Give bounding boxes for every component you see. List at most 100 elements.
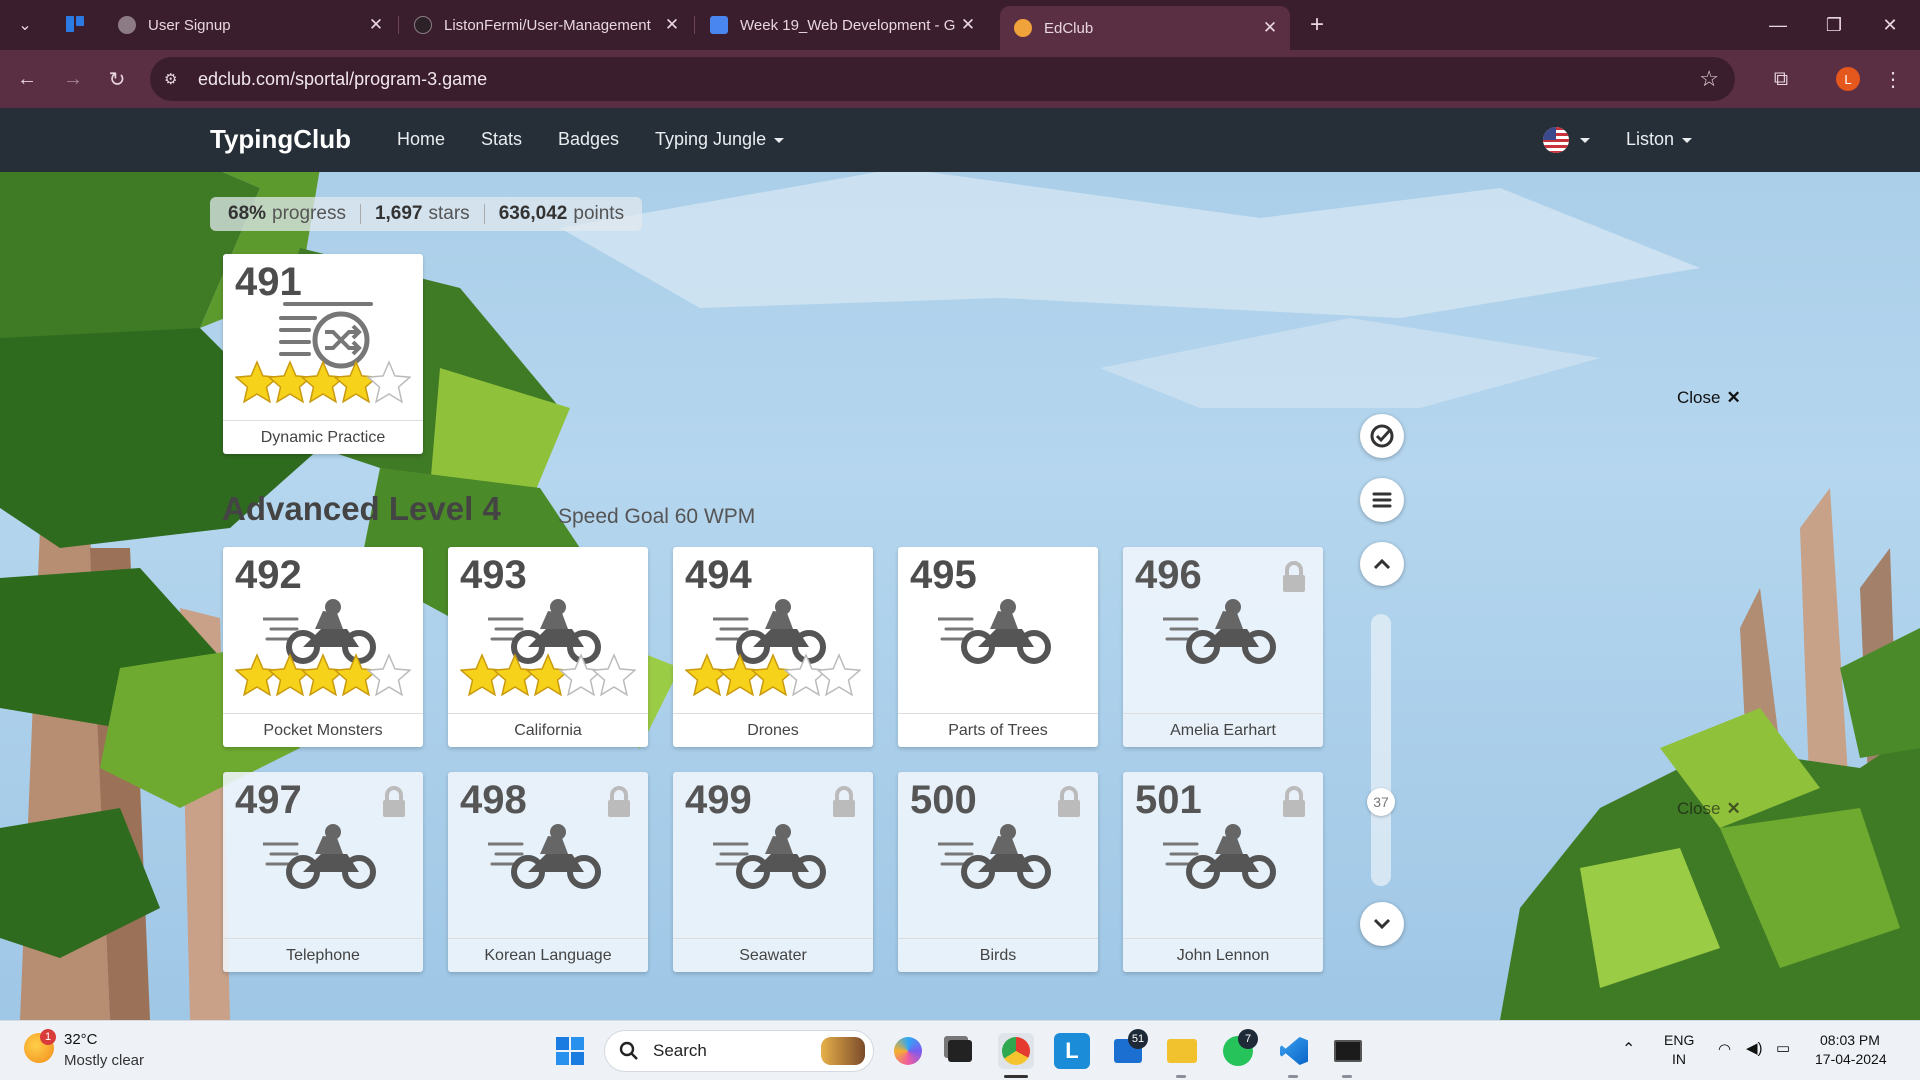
weather-condition[interactable]: Mostly clear — [64, 1052, 144, 1069]
close-tab-icon[interactable]: ✕ — [956, 15, 980, 35]
progress-stats: 68% progress 1,697 stars 636,042 points — [210, 197, 643, 231]
clock-date[interactable]: 17-04-2024 — [1815, 1051, 1887, 1067]
motorcycle-icon — [936, 824, 1051, 889]
tab-user-signup[interactable]: User Signup ✕ — [104, 8, 396, 42]
file-explorer-button[interactable] — [1164, 1033, 1200, 1069]
lesson-card-494[interactable]: 494 Drones — [673, 547, 873, 747]
vscode-button[interactable] — [1276, 1033, 1312, 1069]
close-ad-button-secondary[interactable]: Close ✕ — [1677, 799, 1741, 819]
browser-tab-strip: ⌄ User Signup ✕ ListonFermi/User-Managem… — [0, 0, 1920, 50]
nav-stats[interactable]: Stats — [481, 129, 522, 150]
star-empty-icon — [783, 653, 829, 697]
close-tab-icon[interactable]: ✕ — [660, 15, 684, 35]
bookmark-star-icon[interactable]: ☆ — [1699, 66, 1719, 92]
app-navbar: TypingClub Home Stats Badges Typing Jung… — [0, 108, 1920, 172]
lesson-name: California — [448, 713, 648, 747]
weather-temperature[interactable]: 32°C — [64, 1031, 98, 1048]
lesson-card-496[interactable]: 496 Amelia Earhart — [1123, 547, 1323, 747]
lock-badge — [831, 786, 857, 823]
copilot-button[interactable] — [890, 1033, 926, 1069]
lesson-card-491[interactable]: 491 Dynamic Practice — [223, 254, 423, 454]
brand-logo[interactable]: TypingClub — [210, 124, 351, 155]
puzzle-icon: ⧉ — [1773, 67, 1789, 90]
caret-down-icon — [774, 137, 785, 143]
lesson-icon — [936, 599, 1058, 670]
tab-google-docs[interactable]: Week 19_Web Development - G ✕ — [696, 8, 988, 42]
us-flag-icon[interactable] — [1543, 127, 1569, 153]
close-icon: ✕ — [1726, 388, 1741, 407]
tray-overflow-icon[interactable]: ⌃ — [1622, 1039, 1635, 1059]
stars-value: 1,697 — [374, 203, 423, 224]
scroll-up-button[interactable] — [1360, 542, 1404, 586]
explorer-running-indicator — [1176, 1075, 1186, 1078]
lesson-card-493[interactable]: 493 California — [448, 547, 648, 747]
profile-avatar[interactable]: L — [1836, 67, 1860, 91]
chrome-icon — [1002, 1037, 1030, 1065]
battery-icon[interactable]: ▭ — [1776, 1039, 1790, 1057]
progress-label: progress — [272, 203, 346, 224]
browser-menu-button[interactable]: ⋮ — [1876, 62, 1910, 96]
level-scroll-track[interactable] — [1371, 614, 1391, 886]
trello-app-button[interactable] — [58, 8, 92, 42]
start-button[interactable] — [552, 1033, 588, 1069]
language-caret-icon[interactable] — [1580, 138, 1590, 143]
lesson-icon — [1161, 824, 1283, 895]
chrome-taskbar-button[interactable] — [998, 1033, 1034, 1069]
lesson-card-498[interactable]: 498 Korean Language — [448, 772, 648, 972]
taskbar-search[interactable]: Search — [604, 1030, 874, 1072]
lesson-card-492[interactable]: 492 Pocket Monsters — [223, 547, 423, 747]
check-circle-icon — [1370, 424, 1394, 448]
star-rating — [235, 653, 411, 697]
hamburger-icon — [1372, 492, 1392, 508]
scroll-down-button[interactable] — [1360, 902, 1404, 946]
star-empty-icon — [558, 653, 604, 697]
new-tab-button[interactable]: + — [1300, 8, 1334, 42]
tab-github[interactable]: ListonFermi/User-Management ✕ — [400, 8, 692, 42]
windows-logo-icon — [556, 1037, 584, 1065]
lesson-card-501[interactable]: 501 John Lennon — [1123, 772, 1323, 972]
menu-list-button[interactable] — [1360, 478, 1404, 522]
language-indicator-bottom[interactable]: IN — [1672, 1051, 1686, 1067]
lesson-card-500[interactable]: 500 Birds — [898, 772, 1098, 972]
star-rating — [685, 653, 861, 697]
url-text[interactable]: edclub.com/sportal/program-3.game — [198, 69, 487, 90]
task-view-button[interactable] — [942, 1033, 978, 1069]
lesson-card-495[interactable]: 495 Parts of Trees — [898, 547, 1098, 747]
nav-home[interactable]: Home — [397, 129, 445, 150]
chevron-down-icon — [1373, 918, 1391, 930]
check-progress-button[interactable] — [1360, 414, 1404, 458]
lesson-name: Amelia Earhart — [1123, 713, 1323, 747]
site-info-icon[interactable]: ⚙ — [164, 70, 186, 88]
nav-typing-jungle-label: Typing Jungle — [655, 129, 767, 149]
nav-typing-jungle[interactable]: Typing Jungle — [655, 129, 785, 150]
reload-button[interactable]: ↻ — [100, 62, 134, 96]
wifi-icon[interactable]: ◠ — [1718, 1040, 1731, 1058]
address-bar[interactable]: ⚙ edclub.com/sportal/program-3.game ☆ — [150, 57, 1735, 101]
chevron-down-icon: ⌄ — [18, 17, 32, 34]
restore-button[interactable]: ❐ — [1806, 0, 1862, 50]
clock-time[interactable]: 08:03 PM — [1820, 1032, 1880, 1048]
motorcycle-icon — [711, 824, 826, 889]
lesson-card-499[interactable]: 499 Seawater — [673, 772, 873, 972]
user-menu[interactable]: Liston — [1626, 129, 1693, 150]
forward-button[interactable]: → — [56, 62, 90, 96]
motorcycle-icon — [261, 824, 376, 889]
close-ad-button[interactable]: Close ✕ — [1677, 388, 1741, 408]
volume-icon[interactable]: ◀) — [1746, 1039, 1763, 1057]
nav-badges[interactable]: Badges — [558, 129, 619, 150]
close-tab-icon[interactable]: ✕ — [364, 15, 388, 35]
close-tab-icon[interactable]: ✕ — [1258, 18, 1282, 38]
back-button[interactable]: ← — [10, 62, 44, 96]
browser-toolbar: ← → ↻ ⚙ edclub.com/sportal/program-3.gam… — [0, 50, 1920, 108]
terminal-button[interactable] — [1330, 1033, 1366, 1069]
minimize-button[interactable]: — — [1750, 0, 1806, 50]
tab-search-button[interactable]: ⌄ — [8, 8, 42, 42]
extensions-button[interactable]: ⧉ — [1764, 62, 1798, 96]
language-indicator-top[interactable]: ENG — [1664, 1032, 1694, 1048]
l-app-button[interactable]: L — [1054, 1033, 1090, 1069]
page-content: TypingClub Home Stats Badges Typing Jung… — [0, 108, 1920, 1020]
lesson-card-497[interactable]: 497 Telephone — [223, 772, 423, 972]
level-scroll-thumb[interactable]: 37 — [1367, 788, 1395, 816]
close-window-button[interactable]: ✕ — [1862, 0, 1918, 50]
tab-edclub[interactable]: EdClub ✕ — [1000, 6, 1290, 50]
